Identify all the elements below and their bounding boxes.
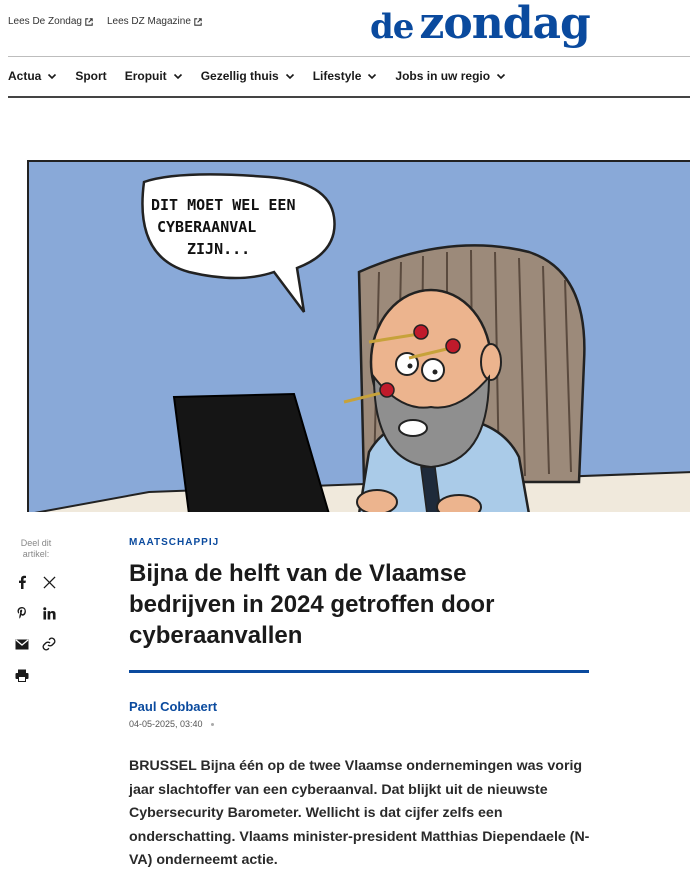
chevron-down-icon [368, 73, 377, 80]
share-label-line: artikel: [22, 549, 50, 559]
pinterest-share-button[interactable] [13, 604, 31, 622]
headline-divider [129, 670, 589, 673]
copy-link-button[interactable] [40, 635, 58, 653]
print-button[interactable] [13, 666, 31, 684]
nav-label: Gezellig thuis [200, 69, 279, 83]
article-lead: BRUSSEL Bijna één op de twee Vlaamse ond… [129, 758, 590, 868]
nav-divider [8, 96, 690, 98]
chevron-down-icon [173, 73, 182, 80]
nav-label: Sport [75, 69, 107, 83]
nav-item-jobs[interactable]: Jobs in uw regio [395, 66, 506, 86]
nav-item-actua[interactable]: Actua [8, 66, 57, 86]
mail-icon [15, 639, 29, 649]
speech-line-3: ZIJN... [187, 240, 250, 258]
facebook-share-button[interactable] [13, 573, 31, 591]
separator-dot [210, 723, 214, 727]
mail-share-button[interactable] [13, 635, 31, 653]
nav-item-lifestyle[interactable]: Lifestyle [313, 66, 378, 86]
speech-line-1: DIT MOET WEL EEN [151, 196, 296, 214]
nav-label: Actua [8, 69, 42, 83]
read-de-zondag-link[interactable]: Lees De Zondag [8, 16, 93, 27]
article-headline: Bijna de helft van de Vlaamse bedrijven … [129, 560, 495, 649]
read-de-zondag-label: Lees De Zondag [8, 16, 82, 27]
nav-label: Jobs in uw regio [395, 69, 491, 83]
share-label: Deel dit artikel: [16, 538, 56, 560]
read-dz-magazine-link[interactable]: Lees DZ Magazine [107, 16, 202, 27]
top-bar: Lees De Zondag Lees DZ Magazine de zondag [0, 0, 690, 56]
nav-item-gezellig-thuis[interactable]: Gezellig thuis [201, 66, 295, 86]
article-author[interactable]: Paul Cobbaert [129, 699, 217, 714]
logo-big-text: zondag [419, 0, 590, 49]
nav-label: Lifestyle [312, 69, 362, 83]
main-nav: Actua Sport Eropuit Gezellig thuis Lifes… [8, 66, 506, 86]
top-links: Lees De Zondag Lees DZ Magazine [8, 16, 202, 27]
speech-line-2: CYBERAANVAL [157, 218, 256, 236]
facebook-icon [19, 575, 26, 589]
nav-item-sport[interactable]: Sport [75, 66, 106, 86]
site-logo[interactable]: de zondag [370, 0, 591, 55]
x-icon [42, 575, 56, 589]
linkedin-share-button[interactable] [40, 604, 58, 622]
article-cartoon-image: DIT MOET WEL EEN CYBERAANVAL ZIJN... [27, 160, 690, 512]
header-divider [8, 56, 690, 57]
share-label-line: Deel dit [20, 538, 52, 548]
pinterest-icon [17, 607, 26, 619]
article-category[interactable]: MAATSCHAPPIJ [129, 537, 219, 548]
external-link-icon [194, 17, 202, 26]
chevron-down-icon [285, 73, 294, 80]
linkedin-icon [42, 606, 56, 620]
article-date: 04-05-2025, 03:40 [129, 719, 203, 729]
chevron-down-icon [497, 73, 506, 80]
logo-small-text: de [370, 7, 414, 47]
chevron-down-icon [48, 73, 57, 80]
x-share-button[interactable] [40, 573, 58, 591]
read-dz-magazine-label: Lees DZ Magazine [106, 16, 191, 27]
article-date-row: 04-05-2025, 03:40 [129, 719, 214, 729]
nav-item-eropuit[interactable]: Eropuit [125, 66, 183, 86]
external-link-icon [85, 17, 93, 26]
link-icon [42, 637, 56, 651]
nav-label: Eropuit [124, 69, 167, 83]
cartoon-drawing: DIT MOET WEL EEN CYBERAANVAL ZIJN... [29, 162, 690, 512]
print-icon [15, 669, 29, 682]
